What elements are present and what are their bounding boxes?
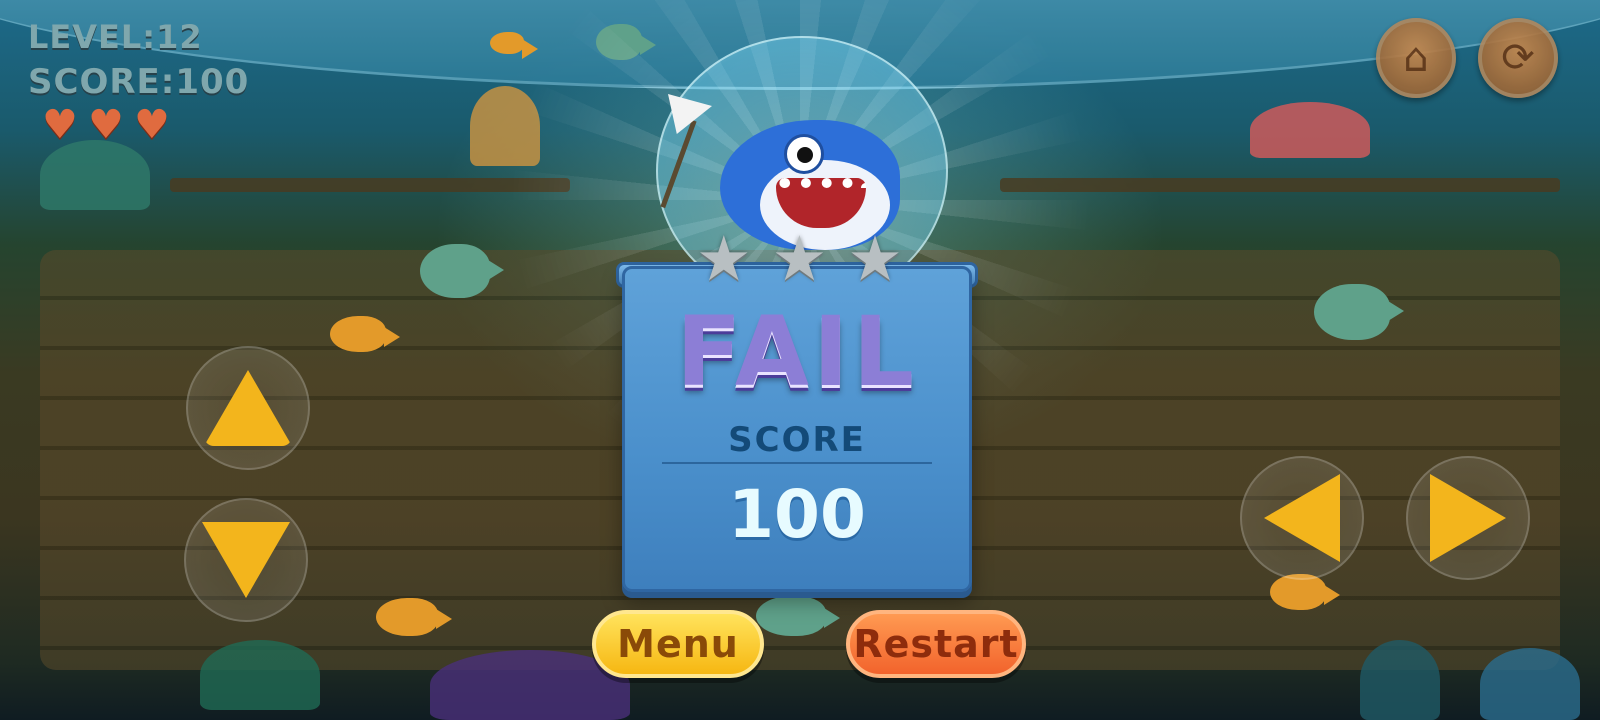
score-indicator: SCORE:100 bbox=[28, 62, 250, 102]
fish bbox=[376, 598, 452, 636]
fish bbox=[330, 316, 400, 352]
home-button[interactable]: ⌂ bbox=[1376, 18, 1456, 98]
arrow-left-icon bbox=[1264, 474, 1340, 562]
arrow-up-icon bbox=[204, 370, 292, 446]
star-empty-icon: ★ bbox=[771, 222, 828, 295]
coral-decoration bbox=[200, 640, 320, 710]
down-arrow-button[interactable] bbox=[184, 498, 308, 622]
restart-button[interactable]: Restart bbox=[846, 610, 1026, 678]
coral-decoration bbox=[40, 140, 150, 210]
fish bbox=[756, 596, 840, 636]
home-icon: ⌂ bbox=[1403, 35, 1429, 81]
coral-decoration bbox=[1250, 102, 1370, 158]
score-label: SCORE bbox=[728, 420, 866, 460]
arrow-down-icon bbox=[202, 522, 290, 598]
refresh-icon: ⟳ bbox=[1501, 35, 1535, 81]
heart-icon: ♥ bbox=[42, 102, 78, 148]
heart-icon: ♥ bbox=[88, 102, 124, 148]
menu-button[interactable]: Menu bbox=[592, 610, 764, 678]
heart-icon: ♥ bbox=[134, 102, 170, 148]
right-arrow-button[interactable] bbox=[1406, 456, 1530, 580]
coral-decoration bbox=[1360, 640, 1440, 720]
game-screen: LEVEL:12 SCORE:100 ♥ ♥ ♥ ⌂ ⟳ ★ ★ ★ FAIL bbox=[0, 0, 1600, 720]
level-indicator: LEVEL:12 bbox=[28, 18, 203, 56]
up-arrow-button[interactable] bbox=[186, 346, 310, 470]
score-value: 100 bbox=[728, 476, 866, 553]
star-empty-icon: ★ bbox=[847, 222, 903, 295]
fish bbox=[1314, 284, 1404, 340]
left-arrow-button[interactable] bbox=[1240, 456, 1364, 580]
divider bbox=[662, 462, 932, 464]
refresh-button[interactable]: ⟳ bbox=[1478, 18, 1558, 98]
lives-display: ♥ ♥ ♥ bbox=[42, 102, 172, 148]
star-rating: ★ ★ ★ bbox=[696, 228, 903, 290]
fish bbox=[420, 244, 504, 298]
star-empty-icon: ★ bbox=[696, 222, 752, 295]
result-title: FAIL bbox=[676, 296, 918, 408]
coral-decoration bbox=[1480, 648, 1580, 720]
arrow-right-icon bbox=[1430, 474, 1506, 562]
